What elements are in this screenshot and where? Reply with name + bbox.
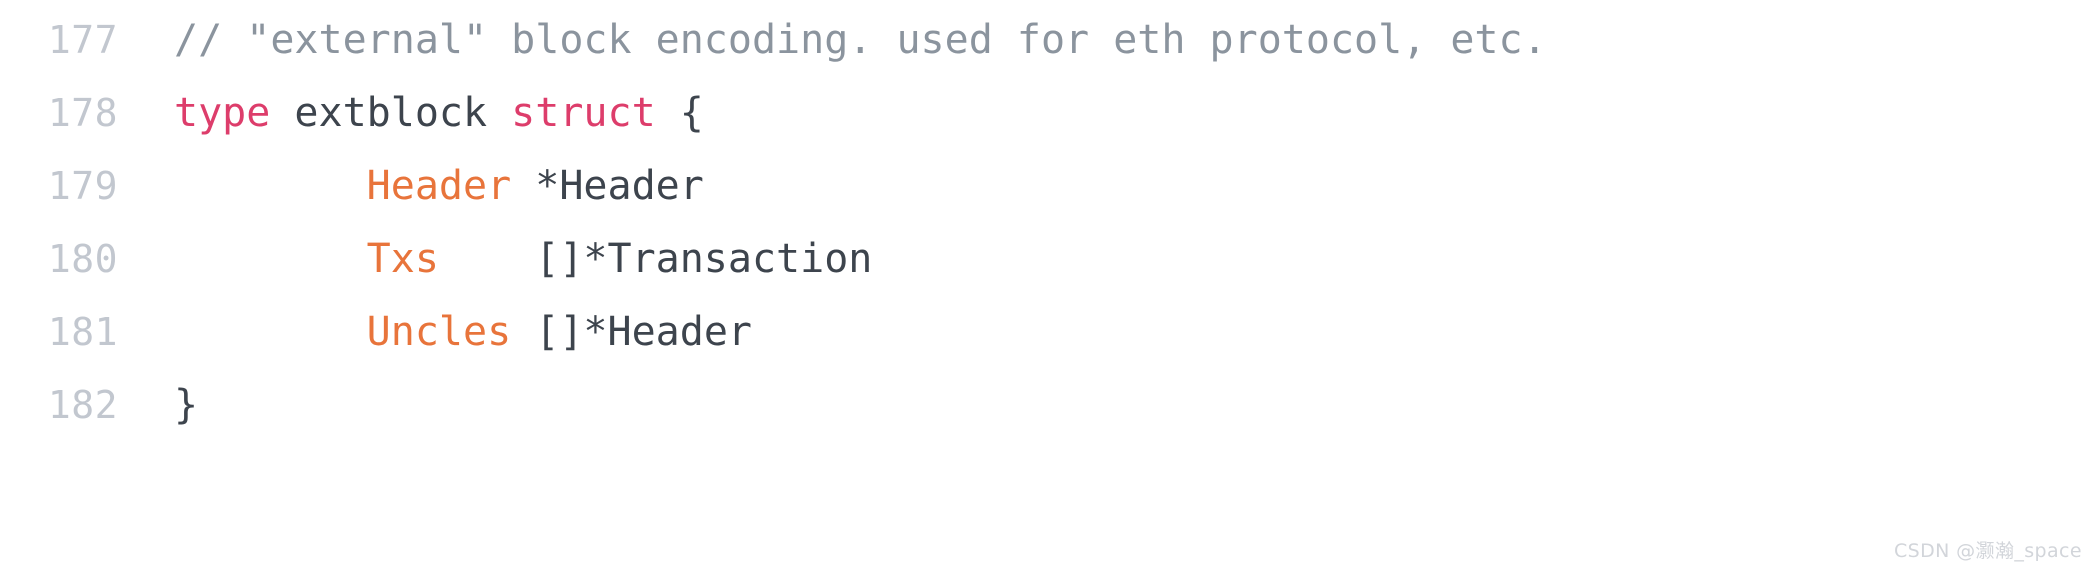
line-content-178[interactable]: type extblock struct { [118, 77, 704, 150]
code-line-182: 182 } [0, 369, 2096, 442]
line-content-179[interactable]: Header *Header [118, 150, 704, 223]
token-field-uncles: Uncles [366, 309, 512, 355]
code-line-179: 179 Header *Header [0, 150, 2096, 223]
code-line-178: 178 type extblock struct { [0, 77, 2096, 150]
line-content-177[interactable]: // "external" block encoding. used for e… [118, 4, 1547, 77]
line-number-177: 177 [47, 18, 118, 62]
code-line-180: 180 Txs []*Transaction [0, 223, 2096, 296]
line-content-181[interactable]: Uncles []*Header [118, 296, 752, 369]
token-keyword-struct: struct [511, 90, 656, 136]
code-line-177: 177 // "external" block encoding. used f… [0, 4, 2096, 77]
token-type-transaction-slice: []*Transaction [438, 236, 873, 282]
line-number-181: 181 [47, 310, 118, 354]
code-viewer: 177 // "external" block encoding. used f… [0, 0, 2096, 573]
token-type-header-slice: []*Header [511, 309, 752, 355]
token-comment: // "external" block encoding. used for e… [174, 17, 1547, 63]
csdn-watermark: CSDN @灏瀚_space [1893, 540, 2082, 562]
line-number-178: 178 [47, 91, 118, 135]
token-brace-close: } [174, 382, 199, 428]
token-type-header-pointer: *Header [511, 163, 704, 209]
code-line-181: 181 Uncles []*Header [0, 296, 2096, 369]
token-field-txs: Txs [366, 236, 439, 282]
token-keyword-type: type [174, 90, 271, 136]
line-number-179: 179 [47, 164, 118, 208]
token-brace-open: { [655, 90, 704, 136]
token-field-header: Header [366, 163, 512, 209]
line-number-182: 182 [47, 383, 118, 427]
token-identifier-extblock: extblock [270, 90, 512, 136]
line-content-182[interactable]: } [118, 369, 198, 442]
line-number-180: 180 [47, 237, 118, 281]
line-content-180[interactable]: Txs []*Transaction [118, 223, 873, 296]
